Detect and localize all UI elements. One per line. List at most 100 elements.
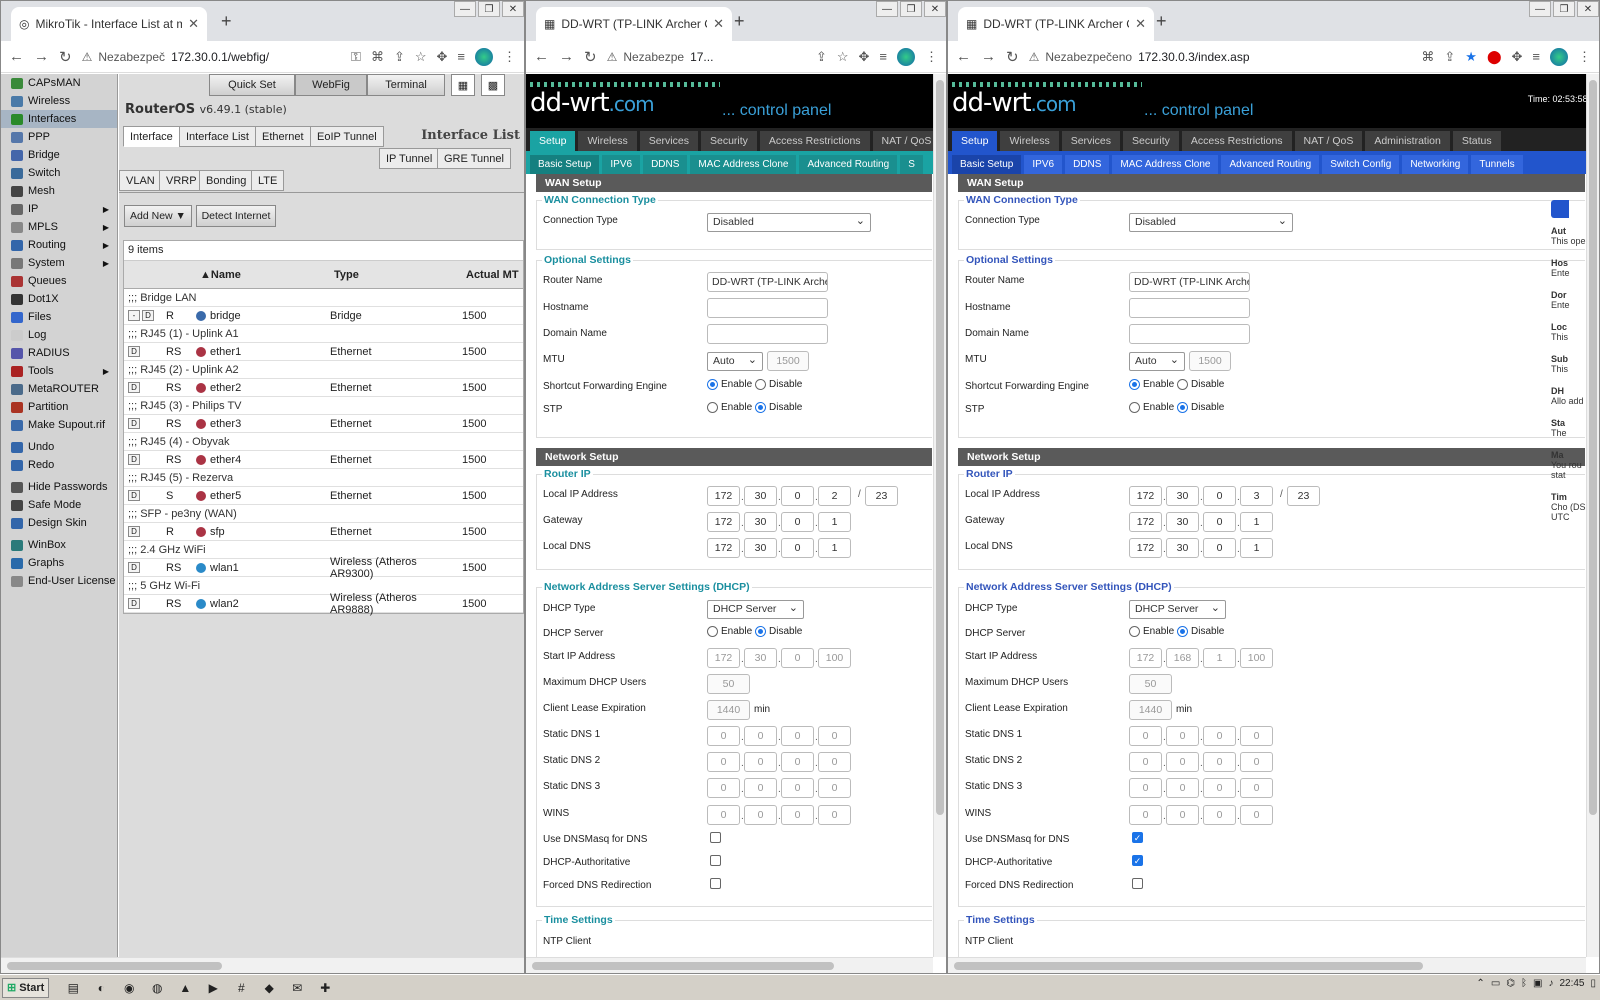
close-tab-icon[interactable]: ✕ <box>713 16 724 32</box>
table-row[interactable]: D RS ether2 Ethernet 1500 <box>124 379 523 397</box>
interface-name[interactable]: ether3 <box>210 418 241 430</box>
static-dns-1-octet-1[interactable]: 0 <box>707 726 740 746</box>
dhcp-server-enable-radio[interactable]: Enable <box>707 626 752 637</box>
stp-disable-radio[interactable]: Disable <box>755 402 802 413</box>
extensions-icon[interactable]: ✥ <box>437 49 448 65</box>
back-icon[interactable]: ← <box>534 48 549 65</box>
static-dns-3-octet-3[interactable]: 0 <box>1203 778 1236 798</box>
sidebar-item-files[interactable]: Files <box>1 308 117 326</box>
max-dhcp-users-input[interactable]: 50 <box>1129 674 1172 694</box>
tab-access-restrictions[interactable]: Access Restrictions <box>1181 131 1292 151</box>
interface-name[interactable]: bridge <box>210 310 241 322</box>
interface-name[interactable]: sfp <box>210 526 225 538</box>
tab-administration[interactable]: Administration <box>1365 131 1450 151</box>
subtab-ddns[interactable]: DDNS <box>1065 155 1110 174</box>
minimize-icon[interactable]: — <box>1529 1 1551 17</box>
local-ip-octet-4[interactable]: 3 <box>1240 486 1273 506</box>
bookmark-star-icon[interactable]: ☆ <box>415 49 427 65</box>
not-secure-icon[interactable]: ⚠ <box>82 50 93 64</box>
static-dns-2-octet-2[interactable]: 0 <box>1166 752 1199 772</box>
gateway-octet-4[interactable]: 1 <box>818 512 851 532</box>
sidebar-item-hide-passwords[interactable]: Hide Passwords <box>1 478 117 496</box>
close-tab-icon[interactable]: ✕ <box>1135 16 1146 32</box>
sidebar-item-tools[interactable]: Tools ▶ <box>1 362 117 380</box>
extensions-icon[interactable]: ✥ <box>1512 49 1523 65</box>
tab-nat-qos[interactable]: NAT / QoS <box>1294 131 1363 151</box>
disable-button[interactable]: D <box>128 346 140 357</box>
url-field[interactable]: ⚠ Nezabezpe 17... <box>607 50 806 64</box>
forced-dns-checkbox[interactable] <box>710 878 721 889</box>
static-dns-2-octet-4[interactable]: 0 <box>818 752 851 772</box>
interface-name[interactable]: wlan1 <box>210 562 239 574</box>
forced-dns-checkbox[interactable] <box>1132 878 1143 889</box>
wins-octet-2[interactable]: 0 <box>1166 805 1199 825</box>
static-dns-1-octet-2[interactable]: 0 <box>744 726 777 746</box>
tab-services[interactable]: Services <box>639 131 698 151</box>
sidebar-item-mpls[interactable]: MPLS ▶ <box>1 218 117 236</box>
key-icon[interactable]: ⚿ <box>351 49 361 65</box>
static-dns-3-octet-2[interactable]: 0 <box>744 778 777 798</box>
local-dns-octet-2[interactable]: 30 <box>1166 538 1199 558</box>
local-ip-octet-2[interactable]: 30 <box>744 486 777 506</box>
disable-button[interactable]: D <box>142 310 154 321</box>
tab-ip-tunnel[interactable]: IP Tunnel <box>379 148 440 169</box>
stp-disable-radio[interactable]: Disable <box>1177 402 1224 413</box>
stp-enable-radio[interactable]: Enable <box>1129 402 1174 413</box>
gateway-octet-2[interactable]: 30 <box>1166 512 1199 532</box>
browser-tab[interactable]: ▦ DD-WRT (TP-LINK Archer C7 V5) ( ✕ <box>958 7 1154 41</box>
subtab-basic-setup[interactable]: Basic Setup <box>952 155 1022 174</box>
share-icon[interactable]: ⇪ <box>1444 49 1455 65</box>
table-row[interactable]: D RS ether4 Ethernet 1500 <box>124 451 523 469</box>
profile-avatar[interactable] <box>475 47 493 66</box>
firefox-icon[interactable]: ◉ <box>119 978 139 998</box>
connection-type-select[interactable]: Disabled <box>1129 213 1293 232</box>
horizontal-scrollbar[interactable] <box>1 957 524 973</box>
wins-octet-3[interactable]: 0 <box>781 805 814 825</box>
interface-name[interactable]: ether5 <box>210 490 241 502</box>
local-dns-octet-4[interactable]: 1 <box>1240 538 1273 558</box>
lease-expiration-input[interactable]: 1440 <box>707 700 750 720</box>
bluetooth-icon[interactable]: ᛒ <box>1521 978 1527 989</box>
bookmark-star-icon[interactable]: ☆ <box>837 49 849 65</box>
adblock-icon[interactable]: ⬤ <box>1487 49 1502 65</box>
dnsmasq-checkbox[interactable] <box>710 832 721 843</box>
sidebar-item-bridge[interactable]: Bridge <box>1 146 117 164</box>
table-row[interactable]: D RS wlan2 Wireless (Atheros AR9888) 1500 <box>124 592 523 616</box>
column-mtu[interactable]: Actual MT <box>462 269 522 281</box>
disable-button[interactable]: D <box>128 382 140 393</box>
router-name-input[interactable]: DD-WRT (TP-LINK Archer <box>707 272 828 292</box>
sidebar-item-wireless[interactable]: Wireless <box>1 92 117 110</box>
subtab-tunnels[interactable]: Tunnels <box>1471 155 1523 174</box>
share-icon[interactable]: ⇪ <box>394 49 405 65</box>
menu-icon[interactable]: ⋮ <box>925 49 938 65</box>
static-dns-2-octet-3[interactable]: 0 <box>1203 752 1236 772</box>
gateway-octet-4[interactable]: 1 <box>1240 512 1273 532</box>
new-tab-icon[interactable]: + <box>1156 11 1167 32</box>
subtab-switch-config[interactable]: Switch Config <box>1322 155 1400 174</box>
static-dns-3-octet-1[interactable]: 0 <box>707 778 740 798</box>
menu-icon[interactable]: ⋮ <box>503 49 516 65</box>
sidebar-item-winbox[interactable]: WinBox <box>1 536 117 554</box>
tab-setup[interactable]: Setup <box>952 131 998 151</box>
subtab-advanced-routing[interactable]: Advanced Routing <box>1221 155 1320 174</box>
subtab-basic-setup[interactable]: Basic Setup <box>530 155 600 174</box>
start-button[interactable]: ⊞ Start <box>2 977 50 998</box>
tab-bonding[interactable]: Bonding <box>199 170 254 191</box>
local-ip-netmask[interactable]: 23 <box>865 486 898 506</box>
static-dns-1-octet-1[interactable]: 0 <box>1129 726 1162 746</box>
start-ip-octet-4[interactable]: 100 <box>818 648 851 668</box>
static-dns-1-octet-3[interactable]: 0 <box>1203 726 1236 746</box>
dhcp-server-enable-radio[interactable]: Enable <box>1129 626 1174 637</box>
disable-button[interactable]: D <box>128 562 140 573</box>
sidebar-item-mesh[interactable]: Mesh <box>1 182 117 200</box>
sidebar-item-radius[interactable]: RADIUS <box>1 344 117 362</box>
table-row[interactable]: D Sether5 Ethernet 1500 <box>124 487 523 505</box>
dhcp-server-disable-radio[interactable]: Disable <box>755 626 802 637</box>
tray-display-icon[interactable]: ▭ <box>1491 978 1500 989</box>
static-dns-3-octet-2[interactable]: 0 <box>1166 778 1199 798</box>
tool-icon[interactable]: ✚ <box>315 978 335 998</box>
static-dns-2-octet-4[interactable]: 0 <box>1240 752 1273 772</box>
reading-list-icon[interactable]: ≡ <box>1532 49 1540 64</box>
profile-avatar[interactable] <box>897 47 915 66</box>
subtab-ddns[interactable]: DDNS <box>643 155 688 174</box>
